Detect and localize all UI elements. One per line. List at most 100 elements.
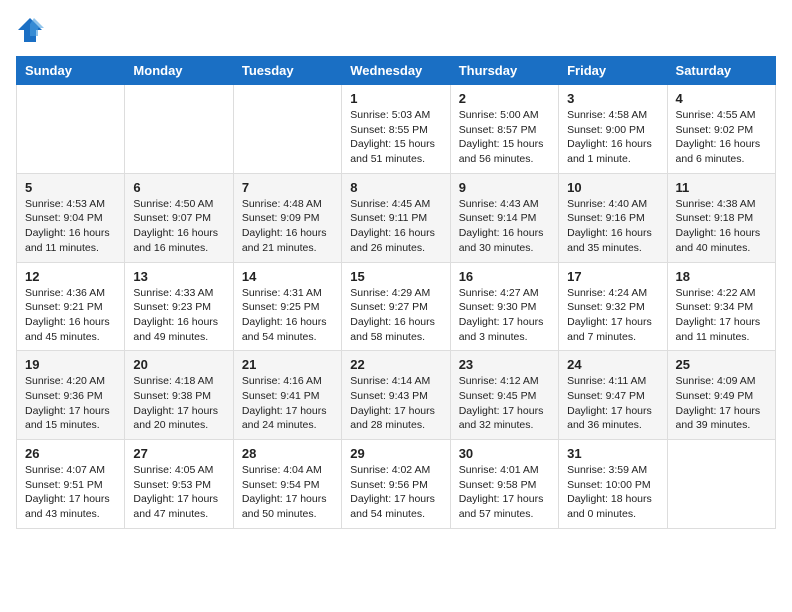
day-number: 3 xyxy=(567,91,658,106)
day-info: Sunrise: 4:09 AM Sunset: 9:49 PM Dayligh… xyxy=(676,374,767,433)
day-number: 24 xyxy=(567,357,658,372)
day-number: 10 xyxy=(567,180,658,195)
day-info: Sunrise: 4:01 AM Sunset: 9:58 PM Dayligh… xyxy=(459,463,550,522)
calendar-cell: 4 Sunrise: 4:55 AM Sunset: 9:02 PM Daylig… xyxy=(667,85,775,174)
calendar-cell: 18 Sunrise: 4:22 AM Sunset: 9:34 PM Dayli… xyxy=(667,262,775,351)
logo-icon xyxy=(16,16,44,44)
day-info: Sunrise: 4:02 AM Sunset: 9:56 PM Dayligh… xyxy=(350,463,441,522)
day-info: Sunrise: 4:16 AM Sunset: 9:41 PM Dayligh… xyxy=(242,374,333,433)
day-info: Sunrise: 4:31 AM Sunset: 9:25 PM Dayligh… xyxy=(242,286,333,345)
calendar-cell: 15 Sunrise: 4:29 AM Sunset: 9:27 PM Dayli… xyxy=(342,262,450,351)
calendar-week-row: 19 Sunrise: 4:20 AM Sunset: 9:36 PM Dayli… xyxy=(17,351,776,440)
calendar-cell: 7 Sunrise: 4:48 AM Sunset: 9:09 PM Daylig… xyxy=(233,173,341,262)
day-number: 17 xyxy=(567,269,658,284)
day-number: 4 xyxy=(676,91,767,106)
day-number: 26 xyxy=(25,446,116,461)
calendar-cell: 3Sunrise: 4:58 AM Sunset: 9:00 PM Daylig… xyxy=(559,85,667,174)
day-info: Sunrise: 4:45 AM Sunset: 9:11 PM Dayligh… xyxy=(350,197,441,256)
day-number: 18 xyxy=(676,269,767,284)
day-number: 11 xyxy=(676,180,767,195)
day-info: Sunrise: 4:12 AM Sunset: 9:45 PM Dayligh… xyxy=(459,374,550,433)
calendar-table: SundayMondayTuesdayWednesdayThursdayFrid… xyxy=(16,56,776,529)
calendar-header-tuesday: Tuesday xyxy=(233,57,341,85)
day-info: Sunrise: 4:53 AM Sunset: 9:04 PM Dayligh… xyxy=(25,197,116,256)
day-number: 23 xyxy=(459,357,550,372)
calendar-cell: 5Sunrise: 4:53 AM Sunset: 9:04 PM Daylig… xyxy=(17,173,125,262)
calendar-cell: 2 Sunrise: 5:00 AM Sunset: 8:57 PM Daylig… xyxy=(450,85,558,174)
day-number: 15 xyxy=(350,269,441,284)
day-info: Sunrise: 4:48 AM Sunset: 9:09 PM Dayligh… xyxy=(242,197,333,256)
calendar-cell: 12Sunrise: 4:36 AM Sunset: 9:21 PM Dayli… xyxy=(17,262,125,351)
day-info: Sunrise: 4:50 AM Sunset: 9:07 PM Dayligh… xyxy=(133,197,224,256)
calendar-cell: 24 Sunrise: 4:11 AM Sunset: 9:47 PM Dayli… xyxy=(559,351,667,440)
calendar-cell: 9 Sunrise: 4:43 AM Sunset: 9:14 PM Daylig… xyxy=(450,173,558,262)
day-info: Sunrise: 4:11 AM Sunset: 9:47 PM Dayligh… xyxy=(567,374,658,433)
day-number: 9 xyxy=(459,180,550,195)
day-info: Sunrise: 4:38 AM Sunset: 9:18 PM Dayligh… xyxy=(676,197,767,256)
day-number: 31 xyxy=(567,446,658,461)
calendar-cell xyxy=(17,85,125,174)
day-info: Sunrise: 3:59 AM Sunset: 10:00 PM Daylig… xyxy=(567,463,658,522)
day-info: Sunrise: 4:22 AM Sunset: 9:34 PM Dayligh… xyxy=(676,286,767,345)
calendar-header-sunday: Sunday xyxy=(17,57,125,85)
calendar-cell: 14 Sunrise: 4:31 AM Sunset: 9:25 PM Dayli… xyxy=(233,262,341,351)
calendar-header-saturday: Saturday xyxy=(667,57,775,85)
calendar-cell: 13 Sunrise: 4:33 AM Sunset: 9:23 PM Dayli… xyxy=(125,262,233,351)
calendar-cell: 31 Sunrise: 3:59 AM Sunset: 10:00 PM Dayl… xyxy=(559,440,667,529)
calendar-cell xyxy=(125,85,233,174)
calendar-header-thursday: Thursday xyxy=(450,57,558,85)
calendar-cell: 28 Sunrise: 4:04 AM Sunset: 9:54 PM Dayli… xyxy=(233,440,341,529)
day-number: 21 xyxy=(242,357,333,372)
calendar-cell: 25 Sunrise: 4:09 AM Sunset: 9:49 PM Dayli… xyxy=(667,351,775,440)
day-number: 13 xyxy=(133,269,224,284)
day-number: 25 xyxy=(676,357,767,372)
day-info: Sunrise: 4:05 AM Sunset: 9:53 PM Dayligh… xyxy=(133,463,224,522)
calendar-cell: 23 Sunrise: 4:12 AM Sunset: 9:45 PM Dayli… xyxy=(450,351,558,440)
calendar-cell: 26 Sunrise: 4:07 AM Sunset: 9:51 PM Dayli… xyxy=(17,440,125,529)
day-info: Sunrise: 4:43 AM Sunset: 9:14 PM Dayligh… xyxy=(459,197,550,256)
calendar-cell: 21 Sunrise: 4:16 AM Sunset: 9:41 PM Dayli… xyxy=(233,351,341,440)
day-info: Sunrise: 4:27 AM Sunset: 9:30 PM Dayligh… xyxy=(459,286,550,345)
calendar-cell: 11 Sunrise: 4:38 AM Sunset: 9:18 PM Dayli… xyxy=(667,173,775,262)
calendar-header-row: SundayMondayTuesdayWednesdayThursdayFrid… xyxy=(17,57,776,85)
day-info: Sunrise: 4:36 AM Sunset: 9:21 PM Dayligh… xyxy=(25,286,116,345)
calendar-cell xyxy=(233,85,341,174)
day-number: 22 xyxy=(350,357,441,372)
day-number: 2 xyxy=(459,91,550,106)
calendar-cell: 30 Sunrise: 4:01 AM Sunset: 9:58 PM Dayli… xyxy=(450,440,558,529)
day-number: 14 xyxy=(242,269,333,284)
day-number: 20 xyxy=(133,357,224,372)
calendar-header-friday: Friday xyxy=(559,57,667,85)
calendar-cell: 10 Sunrise: 4:40 AM Sunset: 9:16 PM Dayli… xyxy=(559,173,667,262)
day-info: Sunrise: 4:04 AM Sunset: 9:54 PM Dayligh… xyxy=(242,463,333,522)
day-number: 8 xyxy=(350,180,441,195)
day-info: Sunrise: 5:00 AM Sunset: 8:57 PM Dayligh… xyxy=(459,108,550,167)
calendar-cell: 27 Sunrise: 4:05 AM Sunset: 9:53 PM Dayli… xyxy=(125,440,233,529)
day-info: Sunrise: 4:40 AM Sunset: 9:16 PM Dayligh… xyxy=(567,197,658,256)
day-number: 28 xyxy=(242,446,333,461)
calendar-cell: 20 Sunrise: 4:18 AM Sunset: 9:38 PM Dayli… xyxy=(125,351,233,440)
day-info: Sunrise: 4:29 AM Sunset: 9:27 PM Dayligh… xyxy=(350,286,441,345)
calendar-header-monday: Monday xyxy=(125,57,233,85)
calendar-cell: 1Sunrise: 5:03 AM Sunset: 8:55 PM Daylig… xyxy=(342,85,450,174)
calendar-week-row: 1Sunrise: 5:03 AM Sunset: 8:55 PM Daylig… xyxy=(17,85,776,174)
day-info: Sunrise: 4:20 AM Sunset: 9:36 PM Dayligh… xyxy=(25,374,116,433)
calendar-cell xyxy=(667,440,775,529)
calendar-week-row: 12Sunrise: 4:36 AM Sunset: 9:21 PM Dayli… xyxy=(17,262,776,351)
calendar-cell: 8 Sunrise: 4:45 AM Sunset: 9:11 PM Daylig… xyxy=(342,173,450,262)
day-info: Sunrise: 4:18 AM Sunset: 9:38 PM Dayligh… xyxy=(133,374,224,433)
day-number: 27 xyxy=(133,446,224,461)
day-info: Sunrise: 4:07 AM Sunset: 9:51 PM Dayligh… xyxy=(25,463,116,522)
day-info: Sunrise: 4:33 AM Sunset: 9:23 PM Dayligh… xyxy=(133,286,224,345)
day-info: Sunrise: 4:14 AM Sunset: 9:43 PM Dayligh… xyxy=(350,374,441,433)
day-number: 30 xyxy=(459,446,550,461)
day-info: Sunrise: 4:24 AM Sunset: 9:32 PM Dayligh… xyxy=(567,286,658,345)
calendar-cell: 6Sunrise: 4:50 AM Sunset: 9:07 PM Daylig… xyxy=(125,173,233,262)
day-number: 19 xyxy=(25,357,116,372)
day-number: 7 xyxy=(242,180,333,195)
calendar-week-row: 26 Sunrise: 4:07 AM Sunset: 9:51 PM Dayli… xyxy=(17,440,776,529)
calendar-header-wednesday: Wednesday xyxy=(342,57,450,85)
day-info: Sunrise: 4:55 AM Sunset: 9:02 PM Dayligh… xyxy=(676,108,767,167)
calendar-cell: 29Sunrise: 4:02 AM Sunset: 9:56 PM Dayli… xyxy=(342,440,450,529)
page-header xyxy=(16,16,776,44)
